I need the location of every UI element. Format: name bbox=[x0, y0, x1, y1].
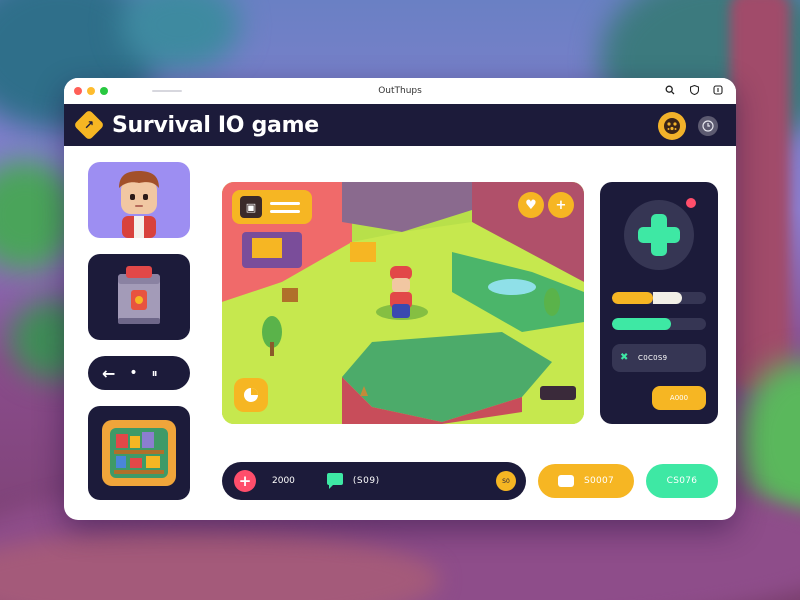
yellow-bar-highlight bbox=[653, 292, 682, 304]
add-button[interactable]: + bbox=[548, 192, 574, 218]
window-controls bbox=[74, 87, 108, 95]
add-item-button[interactable]: + bbox=[234, 470, 256, 492]
crate-icon bbox=[118, 266, 160, 324]
coin-button[interactable]: S0 bbox=[496, 471, 516, 491]
dpad-control[interactable] bbox=[624, 200, 694, 270]
quest-line bbox=[270, 202, 300, 205]
close-window-button[interactable] bbox=[74, 87, 82, 95]
character-avatar bbox=[119, 171, 159, 238]
shop-icon bbox=[102, 420, 176, 486]
control-panel: ✖ C0C0S9 A000 bbox=[600, 182, 718, 424]
stat-value: C0C0S9 bbox=[638, 354, 668, 362]
shop-tile[interactable] bbox=[88, 406, 190, 500]
item-tile[interactable] bbox=[88, 254, 190, 340]
heart-button[interactable]: ♥ bbox=[518, 192, 544, 218]
count-value: 2000 bbox=[272, 476, 295, 486]
shield-icon[interactable] bbox=[688, 84, 700, 96]
yellow-progress-bar bbox=[612, 292, 706, 304]
quest-line bbox=[270, 210, 300, 213]
notification-dot bbox=[684, 196, 698, 210]
logo-icon: ↗ bbox=[73, 109, 105, 141]
title-bar: OutThups bbox=[64, 78, 736, 104]
playback-controls: ← • ⏸ bbox=[88, 356, 190, 390]
app-header: ↗ Survival IO game bbox=[64, 104, 736, 146]
chat-icon[interactable] bbox=[325, 472, 345, 490]
page-title: Survival IO game bbox=[112, 112, 319, 138]
download-icon[interactable] bbox=[712, 84, 724, 96]
maximize-window-button[interactable] bbox=[100, 87, 108, 95]
green-action-button[interactable]: CS076 bbox=[646, 464, 718, 498]
app-window: OutThups ↗ Survival IO game ← • ⏸ ▣ ♥ + … bbox=[64, 78, 736, 520]
pause-button[interactable]: ⏸ bbox=[152, 366, 158, 381]
profile-avatar[interactable] bbox=[658, 112, 686, 140]
bottom-bar: + 2000 (S09) S0 bbox=[222, 462, 526, 500]
yellow-action-button[interactable]: S0007 bbox=[538, 464, 634, 498]
yellow-bar-fill bbox=[612, 292, 654, 304]
gem-icon: ✖ bbox=[620, 352, 629, 363]
game-viewport[interactable]: ▣ ♥ + bbox=[222, 182, 584, 424]
search-icon[interactable] bbox=[664, 84, 676, 96]
chat-value: (S09) bbox=[352, 476, 380, 486]
clock-icon[interactable] bbox=[698, 116, 718, 136]
green-progress-bar bbox=[612, 318, 706, 330]
stat-readout: ✖ C0C0S9 bbox=[612, 344, 706, 372]
green-bar-fill bbox=[612, 318, 672, 330]
quest-icon: ▣ bbox=[240, 196, 262, 218]
ticket-icon bbox=[557, 475, 574, 487]
character-tile[interactable] bbox=[88, 162, 190, 238]
dot-indicator: • bbox=[129, 365, 138, 381]
back-arrow-button[interactable]: ← bbox=[102, 364, 115, 383]
yellow-action-label: S0007 bbox=[583, 476, 615, 486]
address-line bbox=[152, 90, 182, 92]
panel-action-button[interactable]: A000 bbox=[652, 386, 706, 410]
dpad-icon bbox=[638, 214, 680, 256]
minimize-window-button[interactable] bbox=[87, 87, 95, 95]
quest-card[interactable]: ▣ bbox=[232, 190, 312, 224]
pie-chart-icon[interactable] bbox=[234, 378, 268, 412]
